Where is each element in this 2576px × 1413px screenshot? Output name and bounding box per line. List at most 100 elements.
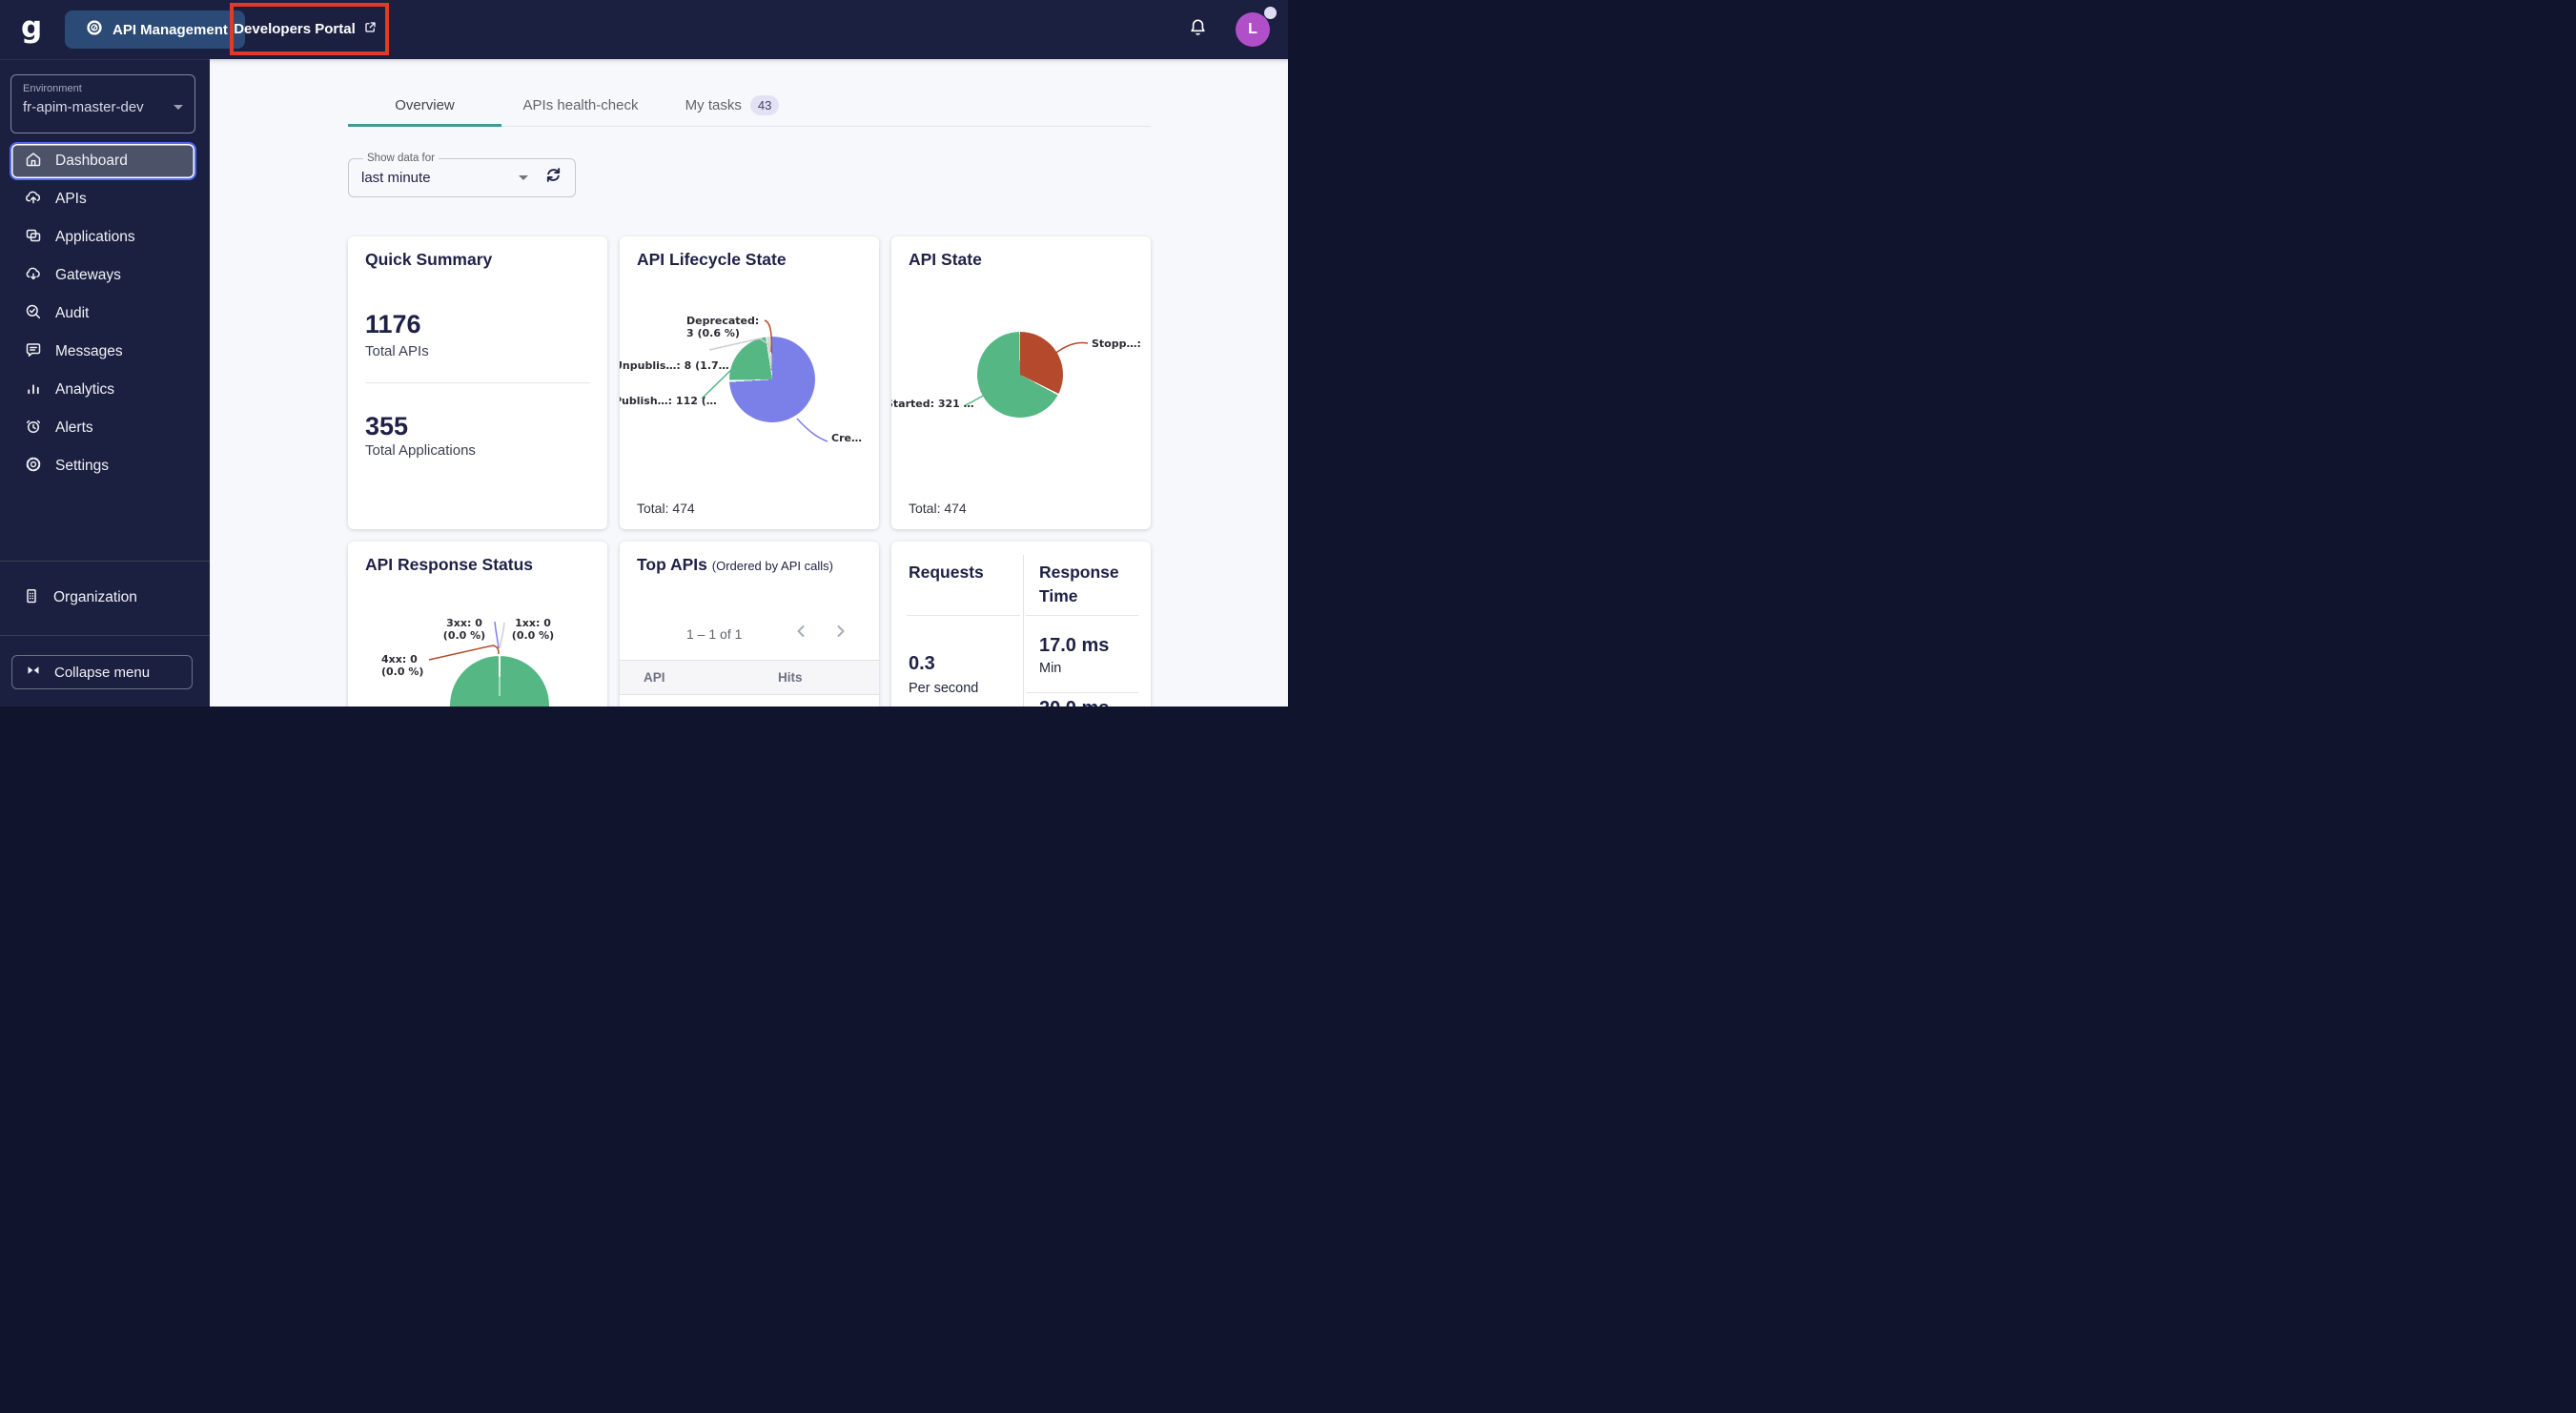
sidebar-item-dashboard[interactable]: Dashboard	[10, 142, 196, 180]
collapse-menu-button[interactable]: Collapse menu	[11, 655, 193, 689]
pagination-range: 1 – 1 of 1	[686, 626, 743, 642]
message-icon	[24, 340, 43, 364]
response-time-max-value: 20.0 ms	[1039, 698, 1109, 706]
chart-label-unpublished: Unpublis…: 8 (1.7…	[620, 359, 729, 372]
gravitee-logo: g	[21, 10, 43, 45]
building-icon	[22, 586, 41, 610]
collapse-menu-label: Collapse menu	[54, 664, 151, 681]
card-title: Quick Summary	[365, 250, 493, 269]
tab-apis-health-check[interactable]: APIs health-check	[501, 84, 660, 126]
sidebar-item-applications[interactable]: Applications	[10, 218, 196, 256]
sidebar-item-analytics[interactable]: Analytics	[10, 371, 196, 409]
sidebar-item-apis[interactable]: APIs	[10, 180, 196, 218]
response-status-pie-chart[interactable]	[450, 656, 549, 706]
chart-label-stopped: Stopp…:	[1092, 338, 1141, 350]
sidebar-item-messages[interactable]: Messages	[10, 333, 196, 371]
gear-icon	[24, 455, 43, 479]
card-title: API Response Status	[365, 555, 534, 574]
table-header: API Hits	[620, 660, 879, 695]
show-data-for-select[interactable]: Show data for last minute	[348, 153, 576, 197]
card-top-apis: Top APIs (Ordered by API calls) 1 – 1 of…	[620, 542, 879, 706]
card-quick-summary: Quick Summary 1176 Total APIs 355 Total …	[348, 236, 607, 529]
top-bar: g API Management Developers Portal L	[0, 0, 1288, 59]
environment-selector[interactable]: Environment fr-apim-master-dev	[10, 74, 195, 133]
chart-label-created: Cre…	[831, 432, 862, 444]
cloud-upload-icon	[24, 188, 43, 212]
sidebar-item-gateways[interactable]: Gateways	[10, 256, 196, 295]
api-management-button[interactable]: API Management	[65, 10, 245, 49]
lifecycle-pie-chart[interactable]	[729, 337, 815, 422]
applications-icon	[24, 226, 43, 250]
sidebar-nav: Dashboard APIs Applications Gateways Aud…	[10, 142, 196, 485]
card-requests-response-time: Requests 0.3 Per second Response Time 17…	[891, 542, 1151, 706]
chevron-down-icon	[519, 174, 528, 180]
red-annotation-box: Developers Portal	[230, 3, 389, 55]
tasks-count-badge: 43	[749, 94, 780, 115]
filter-value: last minute	[361, 169, 431, 186]
active-tab-underline	[348, 124, 501, 127]
environment-label: Environment	[23, 83, 82, 94]
response-time-min-label: Min	[1039, 661, 1062, 676]
divider	[1026, 615, 1138, 616]
card-title: API State	[909, 250, 982, 269]
tab-my-tasks[interactable]: My tasks 43	[660, 84, 805, 126]
developers-portal-link[interactable]: Developers Portal	[234, 20, 385, 38]
external-link-icon	[363, 20, 378, 38]
avatar-status-dot	[1264, 7, 1277, 19]
sidebar: Environment fr-apim-master-dev Dashboard	[0, 59, 210, 706]
column-api: API	[644, 670, 665, 685]
api-management-label: API Management	[112, 21, 228, 38]
dashboard-cards: Quick Summary 1176 Total APIs 355 Total …	[348, 236, 1151, 706]
sidebar-item-organization[interactable]: Organization	[10, 579, 196, 617]
gear-badge-icon	[85, 18, 104, 41]
total-apis-value: 1176	[365, 310, 421, 338]
developers-portal-label: Developers Portal	[234, 21, 356, 37]
vertical-divider	[1023, 555, 1024, 706]
sidebar-item-audit[interactable]: Audit	[10, 295, 196, 333]
card-api-lifecycle-state: API Lifecycle State Deprecated: 3 (0.6 %…	[620, 236, 879, 529]
divider	[365, 382, 590, 383]
refresh-icon[interactable]	[543, 165, 563, 190]
collapse-icon	[26, 663, 41, 683]
card-api-response-status: API Response Status 3xx: 0 (0.0 %) 1xx: …	[348, 542, 607, 706]
home-icon	[24, 150, 43, 174]
chart-label-3xx: 3xx: 0 (0.0 %)	[442, 617, 486, 642]
total-label: Total: 474	[637, 501, 695, 516]
tab-overview[interactable]: Overview	[348, 84, 501, 127]
bar-chart-icon	[24, 379, 43, 402]
api-link[interactable]: Snowcamp	[644, 706, 714, 707]
hits-value: 20	[778, 706, 794, 707]
table-row[interactable]: Snowcamp 20	[620, 695, 879, 707]
notifications-bell-icon[interactable]	[1187, 16, 1209, 43]
response-time-min-value: 17.0 ms	[1039, 635, 1110, 656]
chevron-right-icon[interactable]	[832, 624, 848, 644]
total-apis-label: Total APIs	[365, 343, 429, 359]
sidebar-item-label: Settings	[55, 458, 110, 474]
main-content: Overview APIs health-check My tasks 43 S…	[210, 59, 1288, 706]
column-hits: Hits	[778, 670, 803, 685]
sidebar-item-label: Analytics	[55, 381, 115, 398]
requests-label: Per second	[909, 681, 979, 696]
user-avatar[interactable]: L	[1236, 7, 1277, 47]
card-subtitle: (Ordered by API calls)	[711, 559, 833, 573]
chart-label-started: Started: 321 …	[891, 398, 974, 410]
chart-label-4xx: 4xx: 0 (0.0 %)	[381, 653, 424, 678]
api-state-pie-chart[interactable]	[977, 332, 1063, 418]
sidebar-divider	[0, 635, 210, 636]
sidebar-item-label: Organization	[53, 589, 137, 605]
alarm-icon	[24, 417, 43, 440]
divider	[1026, 692, 1138, 693]
requests-title: Requests	[909, 563, 984, 582]
sidebar-item-label: Applications	[55, 229, 135, 245]
sidebar-item-settings[interactable]: Settings	[10, 447, 196, 485]
app-root: g API Management Developers Portal L Env…	[0, 0, 1288, 706]
sidebar-item-alerts[interactable]: Alerts	[10, 409, 196, 447]
environment-value: fr-apim-master-dev	[23, 99, 144, 115]
sidebar-item-label: Dashboard	[55, 153, 128, 169]
sidebar-item-label: Audit	[55, 305, 90, 321]
divider	[907, 615, 1020, 616]
chevron-left-icon[interactable]	[794, 624, 809, 644]
cloud-gateway-icon	[24, 264, 43, 288]
audit-search-icon	[24, 302, 43, 326]
avatar-letter: L	[1248, 21, 1257, 37]
